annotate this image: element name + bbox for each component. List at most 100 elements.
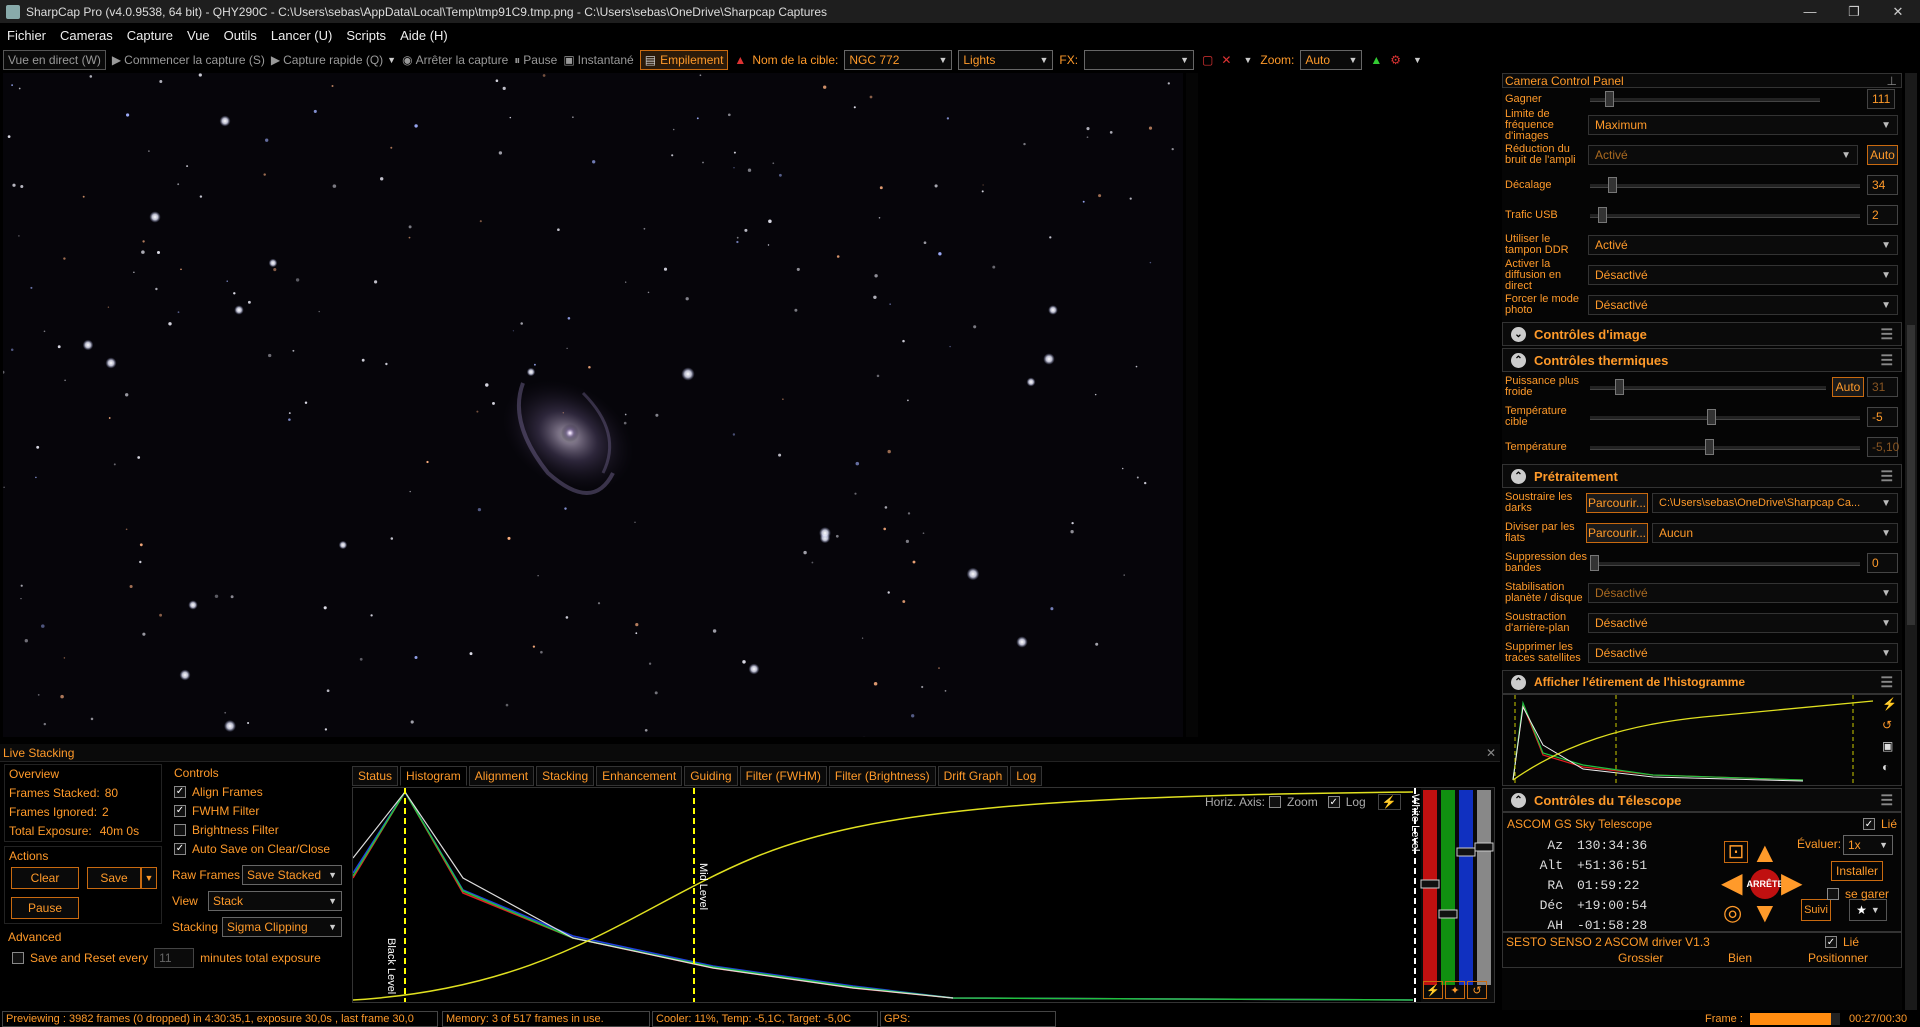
arrow-up-icon[interactable]: ▲ [1751,839,1779,867]
lightning-icon[interactable]: ⚡ [1882,697,1897,718]
target-name-select[interactable]: NGC 772 ▼ [844,50,953,70]
preprocessing-header[interactable]: ⌃ Prétraitement ☰ [1502,464,1902,488]
maximize-button[interactable]: ❐ [1832,0,1876,23]
menu-vue[interactable]: Vue [180,28,217,43]
frame-type-select[interactable]: Lights ▼ [958,50,1054,70]
tab-filter-fwhm[interactable]: Filter (FWHM) [739,766,827,786]
auto-save-checkbox[interactable]: ✓ [174,842,186,855]
contrast-icon[interactable]: ◐ [1882,760,1897,781]
quick-capture-button[interactable]: ▶ Capture rapide (Q) ▼ [271,53,396,67]
usb-traffic-value[interactable]: 2 [1867,205,1898,225]
home-icon[interactable]: ◎ [1723,899,1742,927]
image-viewer[interactable] [3,73,1183,737]
cooler-power-slider[interactable] [1590,379,1826,395]
brightness-filter-checkbox[interactable] [174,823,186,836]
offset-slider[interactable] [1590,177,1860,193]
frame-rate-limit-select[interactable]: Maximum ▼ [1588,115,1898,135]
darks-browse-button[interactable]: Parcourir... [1586,493,1648,513]
histogram-icon[interactable]: ▲ [1370,53,1382,67]
satellite-trails-select[interactable]: Désactivé ▼ [1588,643,1898,663]
stop-slew-button[interactable]: ARRÊTE [1747,869,1784,899]
rate-select[interactable]: 1x ▼ [1843,835,1893,855]
install-button[interactable]: Installer [1831,861,1883,881]
menu-icon[interactable]: ☰ [1880,352,1893,369]
planet-stabilization-select[interactable]: Désactivé ▼ [1588,583,1898,603]
pause-button[interactable]: ⏸ Pause [514,53,557,68]
menu-icon[interactable]: ☰ [1880,468,1893,485]
offset-slider-handle[interactable] [1608,177,1617,193]
crosshair-icon[interactable]: ✕ [1221,53,1231,67]
save-button[interactable]: Save [87,867,141,889]
reset-icon[interactable]: ↺ [1882,718,1897,739]
darks-select[interactable]: C:\Users\sebas\OneDrive\Sharpcap Ca... ▼ [1652,493,1898,513]
menu-aide[interactable]: Aide (H) [393,28,455,43]
banding-value[interactable]: 0 [1867,553,1898,573]
snapshot-button[interactable]: ▣ Instantané [563,53,633,67]
log-checkbox[interactable]: ✓ [1327,796,1340,808]
close-icon[interactable]: ✕ [1486,746,1496,760]
start-capture-button[interactable]: ▶ Commencer la capture (S) [112,53,265,67]
chevron-up-icon[interactable]: ⌃ [1511,352,1526,368]
amp-noise-auto-button[interactable]: Auto [1867,145,1898,165]
fwhm-filter-checkbox[interactable]: ✓ [174,804,186,817]
save-icon[interactable]: ▣ [1882,739,1897,760]
minutes-stepper[interactable]: 11 [154,948,195,968]
save-dropdown-button[interactable]: ▼ [141,867,157,889]
clear-button[interactable]: Clear [11,867,79,889]
close-button[interactable]: ✕ [1876,0,1920,23]
lightning-icon[interactable]: ⚡ [1377,794,1401,810]
usb-traffic-slider[interactable] [1590,207,1860,223]
selection-icon[interactable]: ▢ [1202,53,1213,67]
tab-enhancement[interactable]: Enhancement [596,766,683,786]
chevron-up-icon[interactable]: ⌃ [1511,674,1526,690]
menu-fichier[interactable]: Fichier [0,28,53,43]
fine-label[interactable]: Bien [1728,951,1752,965]
background-subtraction-select[interactable]: Désactivé ▼ [1588,613,1898,633]
zoom-checkbox[interactable] [1269,796,1282,808]
chevron-up-icon[interactable]: ⌃ [1511,468,1526,484]
live-streaming-select[interactable]: Désactivé ▼ [1588,265,1898,285]
panel-scrollbar[interactable] [1905,73,1917,1025]
stacking-select[interactable]: Sigma Clipping ▼ [222,917,342,937]
menu-icon[interactable]: ☰ [1880,674,1893,691]
zoom-select[interactable]: Auto ▼ [1300,50,1363,70]
menu-cameras[interactable]: Cameras [53,28,120,43]
cooler-auto-button[interactable]: Auto [1832,377,1864,397]
chevron-down-icon[interactable]: ⌄ [1511,326,1526,342]
chevron-down-icon[interactable]: ▼ [1413,55,1422,65]
flats-browse-button[interactable]: Parcourir... [1586,523,1648,543]
pause-stack-button[interactable]: Pause [11,897,79,919]
lightning-icon[interactable]: ⚡ [1423,981,1443,999]
live-view-button[interactable]: Vue en direct (W) [3,50,106,70]
tab-guiding[interactable]: Guiding [684,766,738,786]
menu-lancer[interactable]: Lancer (U) [264,28,339,43]
arrow-right-icon[interactable]: ▶ [1781,869,1803,897]
view-select[interactable]: Stack ▼ [208,891,342,911]
mount-linked-checkbox[interactable]: ✓ [1863,818,1875,830]
usb-traffic-slider-handle[interactable] [1598,207,1607,223]
telescope-header[interactable]: ⌃ Contrôles du Télescope ☰ [1502,788,1902,812]
menu-outils[interactable]: Outils [217,28,264,43]
save-reset-checkbox[interactable] [12,952,24,964]
minimize-button[interactable]: — [1788,0,1832,23]
banding-slider[interactable] [1590,555,1860,571]
menu-capture[interactable]: Capture [120,28,180,43]
target-temperature-value[interactable]: -5 [1867,407,1898,427]
menu-scripts[interactable]: Scripts [339,28,393,43]
histogram-stretch-header[interactable]: ⌃ Afficher l'étirement de l'histogramme ☰ [1502,670,1902,694]
arrow-down-icon[interactable]: ▼ [1751,899,1779,927]
stacking-button[interactable]: ▤ Empilement [639,50,729,70]
tab-alignment[interactable]: Alignment [468,766,535,786]
star-tracking-select[interactable]: ★ ▼ [1849,899,1887,921]
ddr-buffer-select[interactable]: Activé ▼ [1588,235,1898,255]
park-checkbox[interactable] [1827,888,1839,900]
gain-value[interactable]: 111 [1867,89,1895,109]
coarse-label[interactable]: Grossier [1618,951,1663,965]
tab-log[interactable]: Log [1010,766,1043,786]
menu-icon[interactable]: ☰ [1880,792,1893,809]
tab-filter-brightness[interactable]: Filter (Brightness) [828,766,936,786]
tab-histogram[interactable]: Histogram [400,766,467,786]
sparkle-icon[interactable]: ✦ [1445,981,1465,999]
image-controls-header[interactable]: ⌄ Contrôles d'image ☰ [1502,322,1902,346]
track-button[interactable]: Suivi [1801,899,1831,921]
